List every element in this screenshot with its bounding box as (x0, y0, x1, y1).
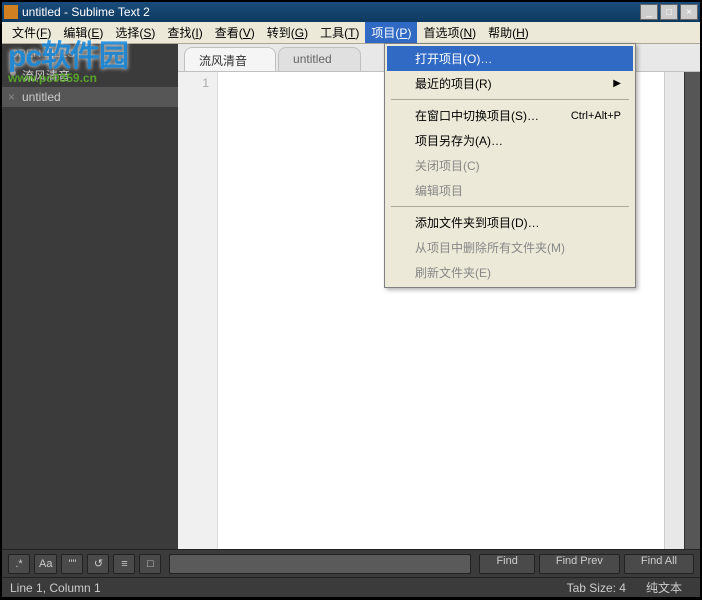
close-button[interactable]: × (680, 4, 698, 20)
menu-item-label: 项目另存为(A)… (415, 132, 503, 149)
menu-separator (391, 99, 629, 100)
project-menu-dropdown: 打开项目(O)… 最近的项目(R) ▶ 在窗口中切换项目(S)… Ctrl+Alt+P 项… (384, 43, 636, 288)
menu-item[interactable]: 打开项目(O)… (387, 46, 633, 71)
menu-item: 编辑项目 (387, 178, 633, 203)
menu-item-label: 添加文件夹到项目(D)… (415, 214, 540, 231)
menu-item-label: 打开项目(O)… (415, 50, 492, 67)
search-bar: .*Aa""↺≡□ Find Find Prev Find All (2, 549, 700, 577)
tab[interactable]: 流风清音 (184, 47, 276, 71)
find-button[interactable]: Find (479, 554, 534, 574)
menu-item[interactable]: 最近的项目(R) ▶ (387, 71, 633, 96)
sidebar-item[interactable]: × untitled (2, 87, 178, 107)
menu-s[interactable]: 选择(S) (109, 22, 161, 43)
status-tabsize[interactable]: Tab Size: 4 (557, 581, 636, 595)
menu-separator (391, 206, 629, 207)
sidebar-item[interactable]: 流风清音 (2, 64, 178, 87)
menu-item-label: 关闭项目(C) (415, 157, 480, 174)
sidebar: OPEN FILES 流风清音 × untitled (2, 44, 178, 549)
menubar: 文件(F)编辑(E)选择(S)查找(I)查看(V)转到(G)工具(T)项目(P)… (2, 22, 700, 44)
tab[interactable]: untitled (278, 47, 361, 71)
find-all-button[interactable]: Find All (624, 554, 694, 574)
menu-v[interactable]: 查看(V) (209, 22, 261, 43)
menu-item[interactable]: 添加文件夹到项目(D)… (387, 210, 633, 235)
status-position: Line 1, Column 1 (10, 581, 557, 595)
minimap[interactable] (664, 72, 684, 549)
menu-t[interactable]: 工具(T) (314, 22, 365, 43)
search-option-button[interactable]: Aa (34, 554, 57, 574)
search-option-button[interactable]: "" (61, 554, 83, 574)
menu-item-label: 从项目中删除所有文件夹(M) (415, 239, 565, 256)
titlebar: untitled - Sublime Text 2 _ □ × (2, 2, 700, 22)
maximize-button[interactable]: □ (660, 4, 678, 20)
gutter: 1 (178, 72, 218, 549)
menu-n[interactable]: 首选项(N) (417, 22, 482, 43)
window-title: untitled - Sublime Text 2 (22, 5, 640, 19)
menu-g[interactable]: 转到(G) (261, 22, 314, 43)
menu-e[interactable]: 编辑(E) (57, 22, 109, 43)
menu-item-label: 刷新文件夹(E) (415, 264, 491, 281)
sidebar-item-label: 流风清音 (22, 69, 70, 83)
menu-item-label: 最近的项目(R) (415, 75, 492, 92)
menu-f[interactable]: 文件(F) (6, 22, 57, 43)
status-syntax[interactable]: 纯文本 (636, 579, 692, 596)
sidebar-item-label: untitled (22, 90, 61, 104)
sidebar-header: OPEN FILES (2, 44, 178, 64)
search-option-button[interactable]: ≡ (113, 554, 135, 574)
modified-dot-icon (10, 70, 16, 76)
minimize-button[interactable]: _ (640, 4, 658, 20)
menu-item[interactable]: 在窗口中切换项目(S)… Ctrl+Alt+P (387, 103, 633, 128)
scrollbar-vertical[interactable] (684, 72, 700, 549)
search-input[interactable] (169, 554, 471, 574)
statusbar: Line 1, Column 1 Tab Size: 4 纯文本 (2, 577, 700, 597)
search-option-button[interactable]: □ (139, 554, 161, 574)
menu-p[interactable]: 项目(P) (365, 22, 417, 43)
find-prev-button[interactable]: Find Prev (539, 554, 620, 574)
menu-item: 刷新文件夹(E) (387, 260, 633, 285)
close-file-icon[interactable]: × (8, 90, 15, 104)
menu-item: 关闭项目(C) (387, 153, 633, 178)
menu-shortcut: Ctrl+Alt+P (571, 110, 621, 122)
menu-item: 从项目中删除所有文件夹(M) (387, 235, 633, 260)
menu-item[interactable]: 项目另存为(A)… (387, 128, 633, 153)
window-controls: _ □ × (640, 4, 698, 20)
menu-i[interactable]: 查找(I) (161, 22, 208, 43)
menu-item-label: 在窗口中切换项目(S)… (415, 107, 539, 124)
line-number: 1 (178, 76, 209, 90)
search-option-button[interactable]: ↺ (87, 554, 109, 574)
menu-h[interactable]: 帮助(H) (482, 22, 535, 43)
submenu-arrow-icon: ▶ (613, 78, 621, 89)
menu-item-label: 编辑项目 (415, 182, 463, 199)
search-option-button[interactable]: .* (8, 554, 30, 574)
app-icon (4, 5, 18, 19)
